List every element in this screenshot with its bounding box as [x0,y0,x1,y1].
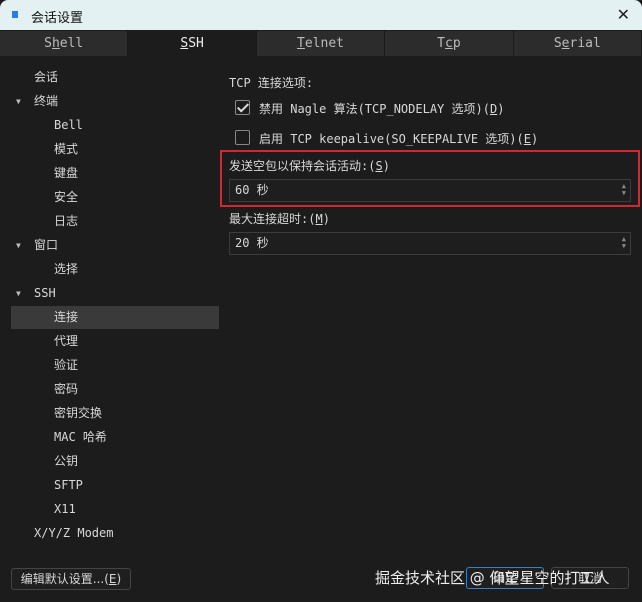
tree-item[interactable]: 连接 [11,306,219,329]
title-bar: 会话设置 ✕ [0,0,642,30]
tree-item[interactable]: 键盘 [11,162,219,185]
close-icon[interactable]: ✕ [617,5,630,24]
app-icon [12,11,18,18]
tree-item[interactable]: MAC 哈希 [11,426,219,449]
tab-text: S [44,36,52,51]
expand-arrow-icon[interactable]: ▼ [16,282,21,305]
tree-item[interactable]: X11 [11,498,219,521]
max-timeout-spinbox[interactable]: 20 秒 ▲ ▼ [229,232,631,255]
tab-text: T [437,36,445,51]
tab-ssh[interactable]: SSH [128,31,257,56]
button-text: ) [116,572,122,586]
tab-text: p [452,36,461,51]
tree-item-label: 终端 [34,94,59,108]
tree-item[interactable]: 验证 [11,354,219,377]
tab-telnet[interactable]: Telnet [256,31,386,56]
tree-item[interactable]: ▼ 终端 [11,90,219,113]
tree-item-label: 安全 [54,190,79,204]
tree-item-label: MAC 哈希 [54,430,107,444]
label-text: ) [530,132,539,146]
tree-item[interactable]: SFTP [11,474,219,497]
mnemonic: S [375,159,383,173]
tree-item-label: 模式 [54,142,79,156]
tree-item-label: 窗口 [34,238,59,252]
button-text: 编辑默认设置...( [20,572,109,586]
max-timeout-label: 最大连接超时:(M) [229,210,330,227]
label-text: ) [382,159,390,173]
tree-item-label: 代理 [54,334,79,348]
tree-item[interactable]: 模式 [11,138,219,161]
tab-shell[interactable]: Shell [0,31,129,56]
tree-item[interactable]: 安全 [11,186,219,209]
tree-item-label: 密钥交换 [54,406,103,420]
label-text: 发送空包以保持会话活动:( [229,159,376,173]
label-text: 最大连接超时:( [229,212,316,226]
tree-item[interactable]: Bell [11,114,219,137]
tab-text: SH [188,36,204,51]
tab-mnemonic: h [51,36,60,51]
keepalive-interval-label: 发送空包以保持会话活动:(S) [229,157,390,174]
spinbox-value: 20 秒 [235,236,269,250]
tab-mnemonic: c [445,36,453,51]
tree-item-label: 选择 [54,262,79,276]
tree-item-label: 会话 [34,70,59,84]
spinbox-value: 60 秒 [235,183,269,197]
label-text: ) [322,212,330,226]
nagle-label[interactable]: 禁用 Nagle 算法(TCP_NODELAY 选项)(D) [259,100,504,117]
expand-arrow-icon[interactable]: ▼ [16,234,21,257]
nagle-checkbox[interactable] [235,100,250,115]
tab-text: elnet [304,36,344,51]
tree-item[interactable]: ▼ SSH [11,282,219,305]
mnemonic: M [315,212,323,226]
tab-mnemonic: e [561,36,570,51]
tree-item[interactable]: 代理 [11,330,219,353]
spin-arrows-icon[interactable]: ▲ ▼ [622,183,626,197]
tcp-options-heading: TCP 连接选项: [229,76,314,90]
tree-item-label: 日志 [54,214,79,228]
tree-item[interactable]: 会话 [11,66,219,89]
tree-item-label: X11 [54,502,76,516]
label-text: 禁用 Nagle 算法(TCP_NODELAY 选项)( [259,102,490,116]
tab-bar: Shell SSH Telnet Tcp Serial [0,31,642,56]
keepalive-label[interactable]: 启用 TCP keepalive(SO_KEEPALIVE 选项)(E) [259,130,538,147]
keepalive-checkbox[interactable] [235,130,250,145]
tree-item[interactable]: 日志 [11,210,219,233]
tree-item[interactable]: 密码 [11,378,219,401]
expand-arrow-icon[interactable]: ▼ [16,90,21,113]
tree-item-label: 公钥 [54,454,79,468]
tab-text: S [553,36,562,51]
label-text: ) [497,102,505,116]
tree-item-label: 键盘 [54,166,79,180]
mnemonic: E [108,572,117,586]
keepalive-interval-spinbox[interactable]: 60 秒 ▲ ▼ [229,179,631,202]
tab-serial[interactable]: Serial [513,31,642,56]
window-title: 会话设置 [31,11,84,26]
tab-text: rial [569,36,601,51]
tree-item[interactable]: 公钥 [11,450,219,473]
tab-tcp[interactable]: Tcp [385,31,514,56]
spin-arrows-icon[interactable]: ▲ ▼ [622,236,626,250]
tree-item-label: 密码 [54,382,79,396]
tree-item-label: SSH [34,286,56,300]
tree-item-label: 连接 [54,310,79,324]
watermark: 掘金技术社区 @ 仰望星空的打工人 [375,569,610,587]
tab-mnemonic: T [297,36,305,51]
mnemonic: E [523,132,531,146]
label-text: 启用 TCP keepalive(SO_KEEPALIVE 选项)( [259,132,524,146]
tree-item[interactable]: ▼ 窗口 [11,234,219,257]
tree-item[interactable]: 选择 [11,258,219,281]
tree-item-label: Bell [54,118,83,132]
tree-item[interactable]: 密钥交换 [11,402,219,425]
edit-default-settings-button[interactable]: 编辑默认设置...(E) [11,568,131,590]
tab-text: ell [59,36,84,51]
tree-item-label: 验证 [54,358,79,372]
tree-item-label: SFTP [54,478,83,492]
tab-mnemonic: S [180,36,189,51]
tree-item[interactable]: X/Y/Z Modem [11,522,219,545]
tree-item-label: X/Y/Z Modem [34,526,114,540]
